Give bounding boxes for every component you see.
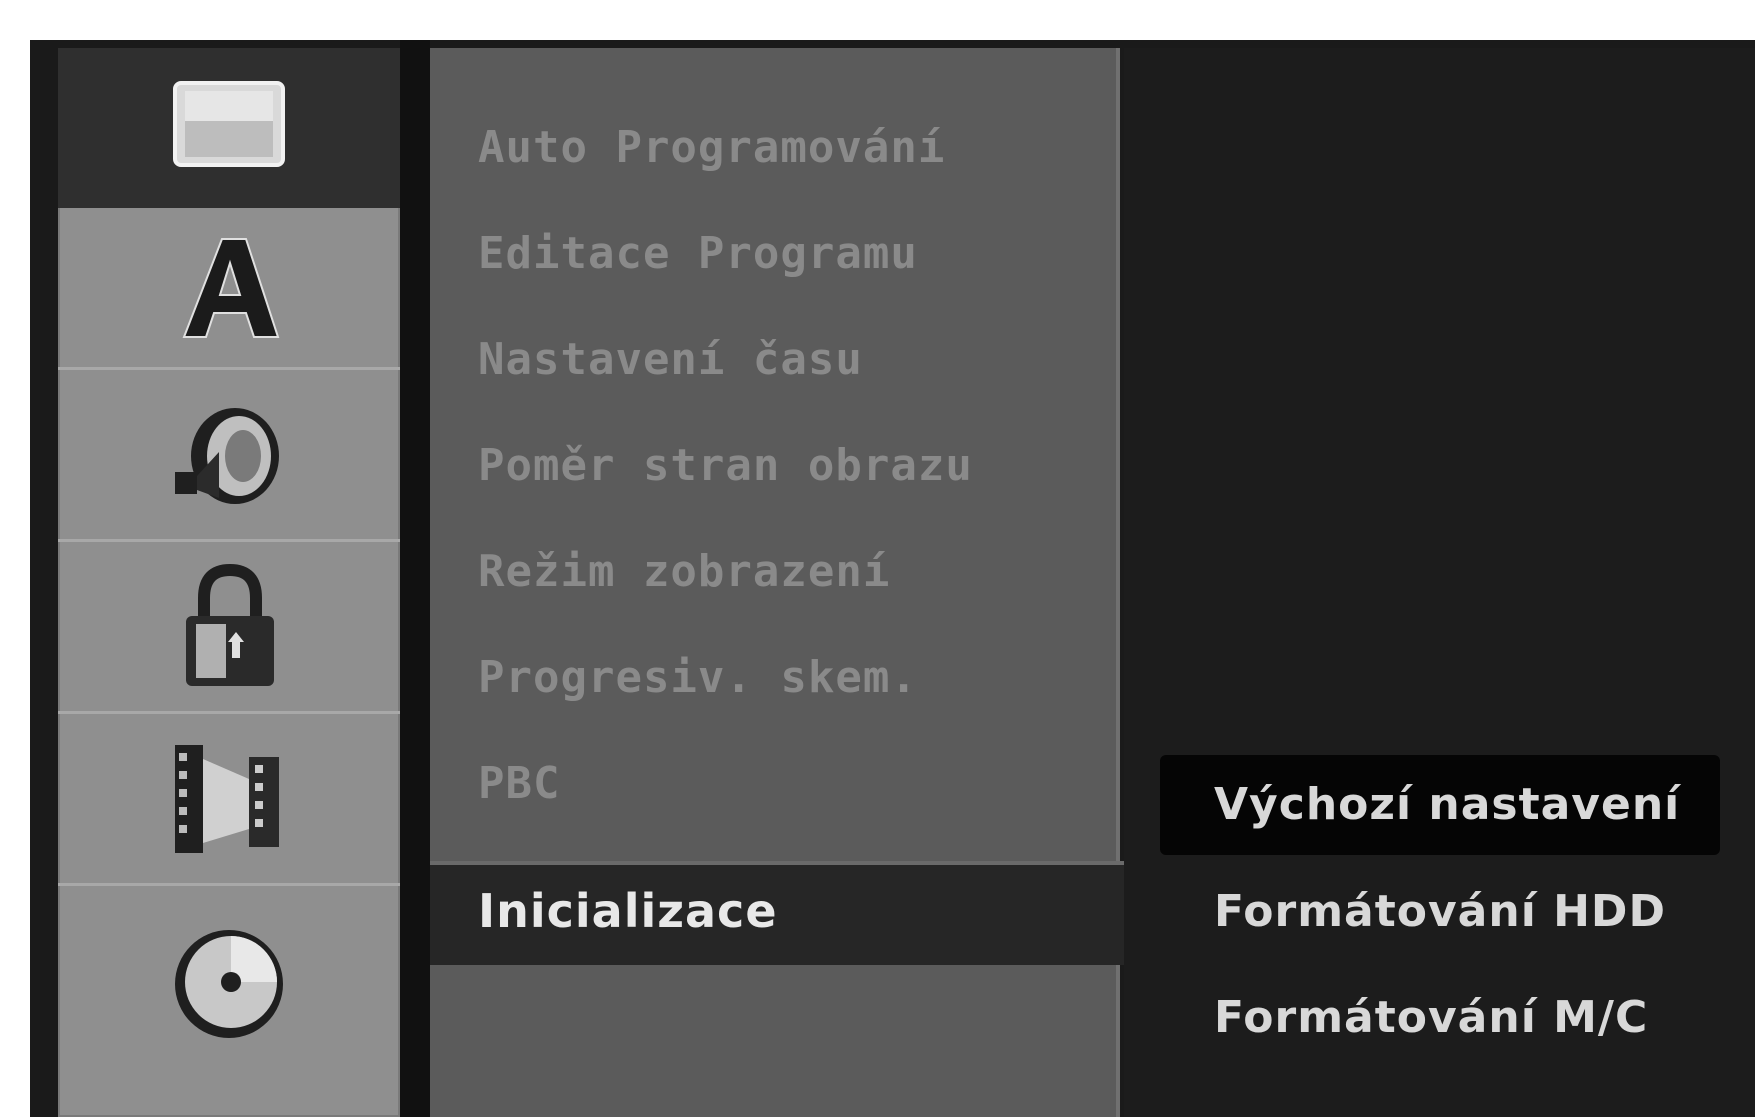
- category-language[interactable]: [58, 208, 400, 370]
- category-column: [58, 48, 400, 1117]
- menu-item-pbc[interactable]: PBC: [478, 754, 560, 814]
- disc-icon: [175, 930, 283, 1038]
- category-display[interactable]: [58, 48, 400, 208]
- menu-item-progressive-scan[interactable]: Progresiv. skem.: [478, 648, 918, 708]
- audio-icon: [175, 407, 279, 504]
- settings-menu: Auto Programování Editace Programu Nasta…: [430, 48, 1130, 1117]
- category-disc[interactable]: [58, 886, 400, 1117]
- menu-item-program-edit[interactable]: Editace Programu: [478, 224, 918, 284]
- menu-item-auto-programming[interactable]: Auto Programování: [478, 118, 945, 178]
- setup-menu-screen: Auto Programování Editace Programu Nasta…: [30, 40, 1755, 1117]
- category-lock[interactable]: [58, 542, 400, 714]
- category-audio[interactable]: [58, 370, 400, 542]
- menu-item-aspect-ratio[interactable]: Poměr stran obrazu: [478, 436, 973, 496]
- menu-item-clock-set[interactable]: Nastavení času: [478, 330, 863, 390]
- menu-item-initialization-label: Inicializace: [478, 884, 778, 938]
- submenu-item-format-mc[interactable]: Formátování M/C: [1214, 988, 1648, 1048]
- menu-item-initialization[interactable]: Inicializace: [430, 861, 1130, 965]
- submenu-panel: [1124, 48, 1755, 1117]
- monitor-icon: [173, 80, 285, 167]
- language-icon: [182, 237, 280, 338]
- submenu-item-factory-set[interactable]: Výchozí nastavení: [1214, 775, 1680, 835]
- submenu-item-format-hdd[interactable]: Formátování HDD: [1214, 882, 1666, 942]
- menu-item-display-mode[interactable]: Režim zobrazení: [478, 542, 890, 602]
- film-icon: [175, 744, 279, 853]
- separator-bar: [400, 40, 430, 1117]
- category-recording[interactable]: [58, 714, 400, 886]
- lock-icon: [186, 563, 274, 686]
